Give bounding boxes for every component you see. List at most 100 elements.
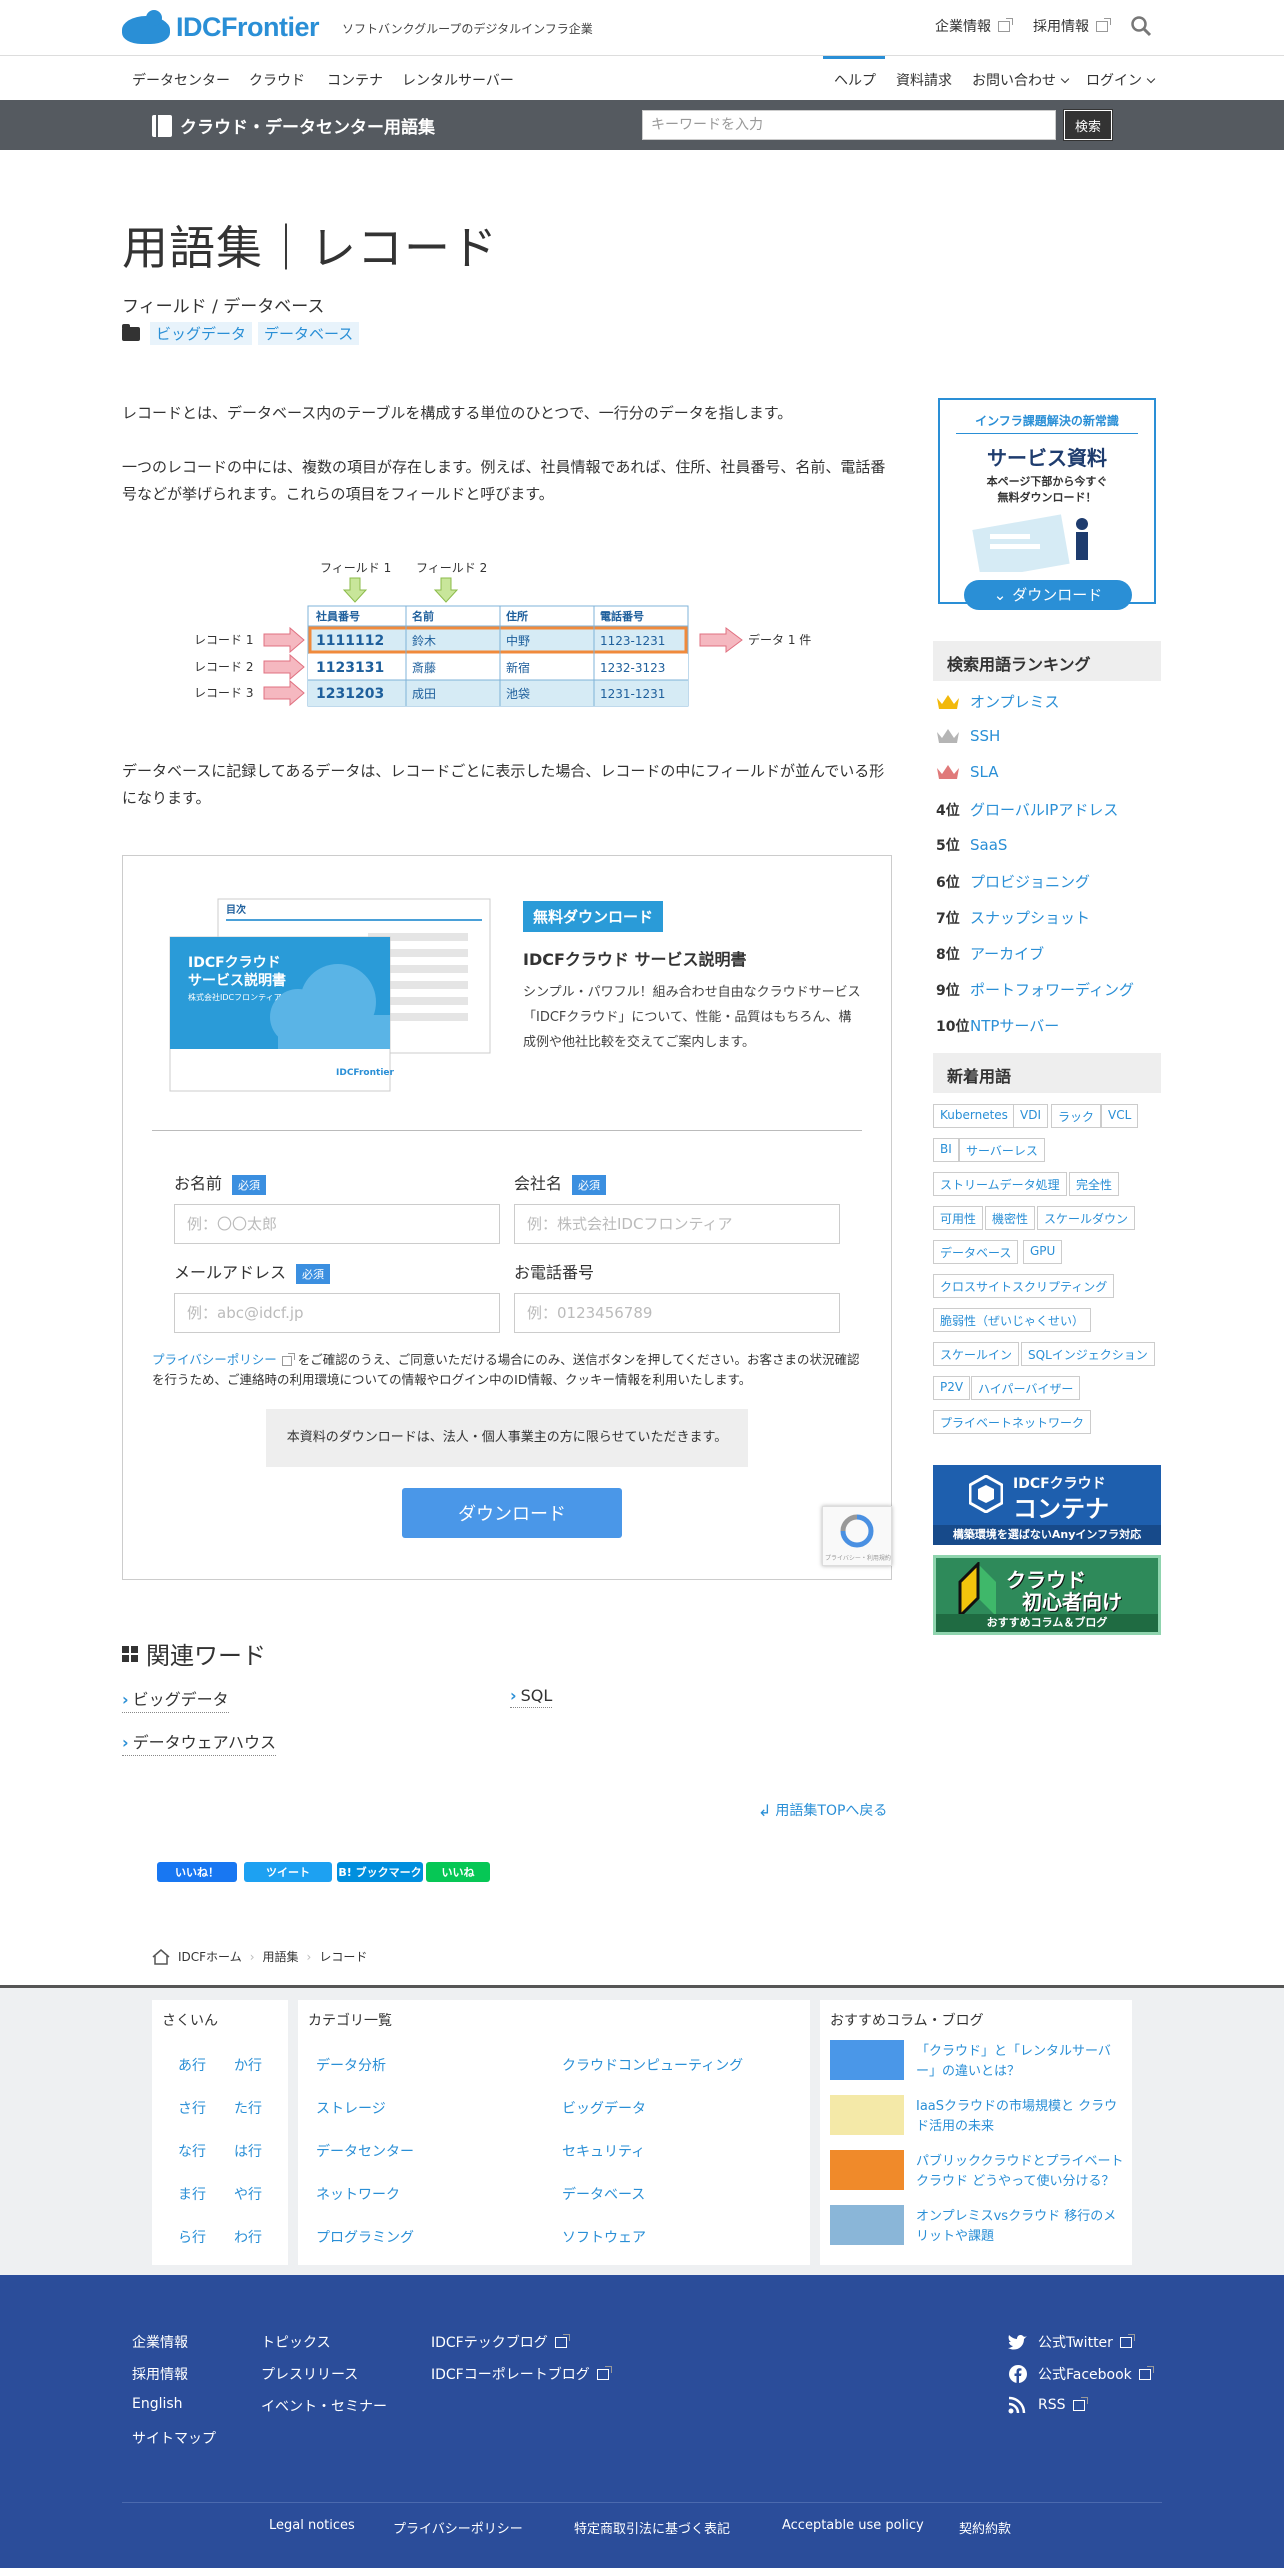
search-icon[interactable] (1130, 15, 1152, 37)
line-like-button[interactable]: いいね (426, 1862, 490, 1882)
nav-container[interactable]: コンテナ (327, 70, 383, 90)
new-term-tag[interactable]: BI (933, 1138, 959, 1162)
container-ad-banner[interactable]: IDCFクラウド コンテナ 構築環境を選ばないAnyインフラ対応 (933, 1465, 1161, 1545)
facebook-like-button[interactable]: いいね！ (157, 1862, 237, 1882)
ranking-item[interactable]: SLA (936, 763, 998, 781)
index-ha[interactable]: は行 (213, 2141, 283, 2161)
footer-twitter[interactable]: 公式Twitter (1008, 2332, 1135, 2352)
new-term-tag[interactable]: 脆弱性（ぜいじゃくせい） (933, 1308, 1092, 1332)
email-field[interactable] (174, 1293, 500, 1333)
category-link[interactable]: ストレージ (316, 2098, 386, 2118)
footer-rss[interactable]: RSS (1008, 2396, 1088, 2414)
column-link[interactable]: パブリッククラウドとプライベートクラウド どうやって使い分ける？ (916, 2152, 1126, 2192)
nav-contact[interactable]: お問い合わせ (972, 70, 1070, 90)
name-field[interactable] (174, 1204, 500, 1244)
ranking-item[interactable]: 9位 ポートフォワーディング (936, 979, 1134, 1000)
new-term-tag[interactable]: Kubernetes (933, 1104, 1015, 1128)
category-link[interactable]: プログラミング (316, 2227, 414, 2247)
footer-corporate-blog[interactable]: IDCFコーポレートブログ (431, 2364, 612, 2384)
nav-cloud[interactable]: クラウド (249, 70, 305, 90)
new-term-tag[interactable]: GPU (1023, 1240, 1063, 1264)
category-link[interactable]: ソフトウェア (562, 2227, 646, 2247)
nav-document-request[interactable]: 資料請求 (896, 70, 952, 90)
ranking-item[interactable]: 4位 グローバルIPアドレス (936, 799, 1118, 820)
index-wa[interactable]: わ行 (213, 2227, 283, 2247)
new-term-tag[interactable]: ハイパーバイザー (971, 1376, 1081, 1400)
keyword-search-input[interactable] (642, 110, 1056, 140)
index-ta[interactable]: た行 (213, 2098, 283, 2118)
beginner-ad-banner[interactable]: クラウド 初心者向け おすすめコラム＆ブログ (933, 1555, 1161, 1635)
related-word-big-data[interactable]: ビッグデータ (122, 1686, 229, 1713)
footer-topics[interactable]: トピックス (261, 2332, 331, 2352)
ranking-item[interactable]: 6位 プロビジョニング (936, 871, 1090, 892)
footer-legal[interactable]: Legal notices (269, 2518, 355, 2533)
category-link[interactable]: データ分析 (316, 2055, 386, 2075)
nav-rental-server[interactable]: レンタルサーバー (402, 70, 514, 90)
privacy-policy-link[interactable]: プライバシーポリシー (152, 1352, 277, 1367)
header-link-careers[interactable]: 採用情報 (1033, 16, 1111, 36)
ranking-item[interactable]: オンプレミス (936, 691, 1060, 712)
new-term-tag[interactable]: データベース (933, 1240, 1019, 1264)
brand-logo[interactable]: IDCFrontier (122, 10, 320, 44)
ranking-item[interactable]: 7位 スナップショット (936, 907, 1090, 928)
category-link[interactable]: クラウドコンピューティング (562, 2055, 743, 2075)
new-term-tag[interactable]: スケールダウン (1037, 1206, 1136, 1230)
related-word-data-warehouse[interactable]: データウェアハウス (122, 1729, 276, 1756)
new-term-tag[interactable]: SQLインジェクション (1021, 1342, 1155, 1366)
new-term-tag[interactable]: 可用性 (933, 1206, 984, 1230)
tag-big-data[interactable]: ビッグデータ (150, 322, 253, 345)
new-term-tag[interactable]: VDI (1013, 1104, 1048, 1128)
ranking-item[interactable]: 5位 SaaS (936, 835, 1007, 855)
service-doc-banner[interactable]: インフラ課題解決の新常識 サービス資料 本ページ下部から今すぐ 無料ダウンロード… (938, 398, 1156, 604)
new-term-tag[interactable]: サーバーレス (959, 1138, 1045, 1162)
new-term-tag[interactable]: P2V (933, 1376, 971, 1400)
breadcrumb-home[interactable]: IDCFホーム (178, 1948, 242, 1965)
header-link-company[interactable]: 企業情報 (935, 16, 1013, 36)
footer-terms[interactable]: 契約約款 (959, 2518, 1011, 2537)
new-term-tag[interactable]: プライベートネットワーク (933, 1410, 1092, 1434)
footer-press[interactable]: プレスリリース (261, 2364, 358, 2384)
new-term-tag[interactable]: ストリームデータ処理 (933, 1172, 1067, 1196)
footer-privacy[interactable]: プライバシーポリシー (393, 2518, 523, 2537)
tag-database[interactable]: データベース (258, 322, 360, 345)
company-field[interactable] (514, 1204, 840, 1244)
footer-english[interactable]: English (132, 2396, 183, 2412)
search-button[interactable]: 検索 (1063, 109, 1113, 141)
category-link[interactable]: データベース (562, 2184, 645, 2204)
nav-datacenter[interactable]: データセンター (132, 70, 230, 90)
footer-careers[interactable]: 採用情報 (132, 2364, 188, 2384)
footer-facebook[interactable]: 公式Facebook (1008, 2364, 1154, 2384)
column-thumbnail[interactable] (830, 2150, 904, 2190)
ranking-item[interactable]: 8位 アーカイブ (936, 943, 1044, 964)
column-thumbnail[interactable] (830, 2205, 904, 2245)
footer-company[interactable]: 企業情報 (132, 2332, 188, 2352)
recaptcha-badge[interactable]: プライバシー・利用規約 (822, 1506, 892, 1566)
column-thumbnail[interactable] (830, 2040, 904, 2080)
tweet-button[interactable]: ツイート (244, 1862, 332, 1882)
footer-tokushoho[interactable]: 特定商取引法に基づく表記 (574, 2518, 730, 2537)
column-link[interactable]: 「クラウド」と「レンタルサーバー」の違いとは？ (916, 2042, 1126, 2082)
column-link[interactable]: IaaSクラウドの市場規模と クラウド活用の未来 (916, 2097, 1126, 2137)
new-term-tag[interactable]: 機密性 (985, 1206, 1036, 1230)
related-word-sql[interactable]: SQL (510, 1686, 553, 1708)
hatena-bookmark-button[interactable]: B! ブックマーク (337, 1862, 423, 1882)
column-link[interactable]: オンプレミスvsクラウド 移行のメリットや課題 (916, 2207, 1126, 2247)
ranking-item[interactable]: SSH (936, 727, 1000, 745)
ranking-item[interactable]: 10位 NTPサーバー (936, 1015, 1059, 1036)
category-link[interactable]: ネットワーク (316, 2184, 400, 2204)
new-term-tag[interactable]: 完全性 (1069, 1172, 1120, 1196)
breadcrumb-glossary[interactable]: 用語集 (263, 1948, 299, 1965)
index-ya[interactable]: や行 (213, 2184, 283, 2204)
category-link[interactable]: ビッグデータ (562, 2098, 646, 2118)
new-term-tag[interactable]: ラック (1051, 1104, 1102, 1128)
footer-aup[interactable]: Acceptable use policy (782, 2518, 924, 2533)
footer-tech-blog[interactable]: IDCFテックブログ (431, 2332, 570, 2352)
new-term-tag[interactable]: クロスサイトスクリプティング (933, 1274, 1115, 1298)
footer-sitemap[interactable]: サイトマップ (132, 2428, 216, 2448)
column-thumbnail[interactable] (830, 2095, 904, 2135)
phone-field[interactable] (514, 1293, 840, 1333)
new-term-tag[interactable]: VCL (1101, 1104, 1139, 1128)
banner-download-button[interactable]: ⌄ ダウンロード (964, 580, 1132, 610)
back-to-glossary-top-link[interactable]: ↲ 用語集TOPへ戻る (758, 1800, 887, 1820)
nav-login[interactable]: ログイン (1086, 70, 1156, 90)
